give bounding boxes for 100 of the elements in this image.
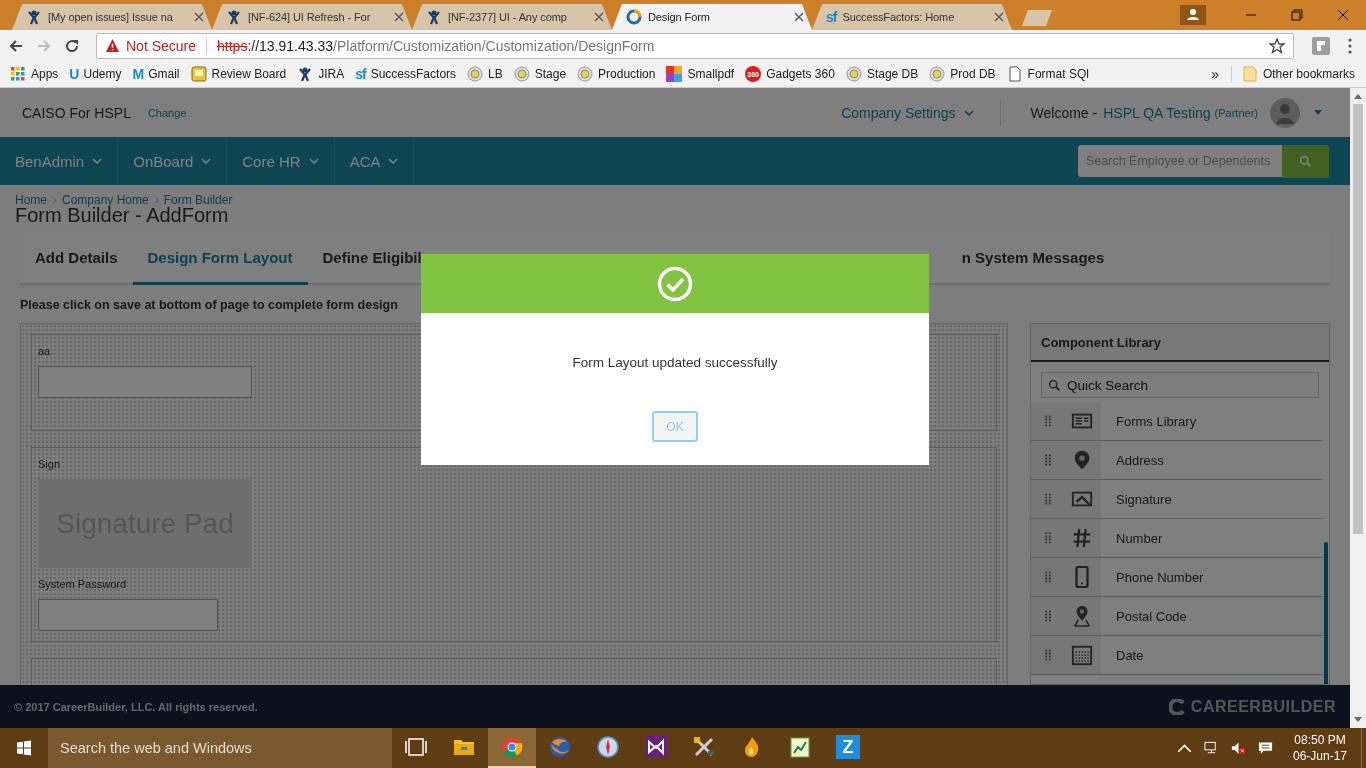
reload-icon[interactable]	[64, 37, 80, 54]
component-item[interactable]: Address	[1031, 441, 1323, 480]
chevron-icon	[201, 158, 212, 164]
drag-handle-icon[interactable]	[1045, 532, 1051, 544]
volume-muted-icon[interactable]	[1230, 741, 1246, 755]
bookmark[interactable]: U Udemy	[69, 66, 122, 83]
quick-search-field[interactable]: Quick Search	[1041, 372, 1319, 398]
close-icon[interactable]	[994, 12, 1004, 22]
bookmark[interactable]: Review Board	[190, 66, 287, 83]
close-icon[interactable]	[794, 12, 804, 22]
check-circle-icon	[657, 265, 693, 302]
bowtie-icon[interactable]	[644, 735, 668, 759]
chevron-up-icon[interactable]	[1176, 741, 1192, 755]
drag-handle-icon[interactable]	[1045, 610, 1051, 622]
drag-handle-icon[interactable]	[1045, 649, 1051, 661]
tools-icon[interactable]	[692, 735, 716, 759]
browser-tab[interactable]: [NF-624] UI Refresh - For	[212, 4, 412, 30]
chart-pad-icon[interactable]	[788, 735, 812, 759]
task-view-icon[interactable]	[404, 735, 428, 759]
company-settings-menu[interactable]: Company Settings	[841, 104, 974, 121]
bookmark[interactable]: sf SuccessFactors	[355, 66, 457, 83]
close-icon[interactable]	[1337, 9, 1349, 21]
arrow-up-icon[interactable]	[1354, 93, 1362, 99]
figure-icon	[26, 9, 42, 25]
user-icon[interactable]	[1180, 5, 1206, 25]
bookmark[interactable]: JIRA	[297, 66, 345, 83]
change-link[interactable]: Change	[147, 106, 187, 119]
step-tab[interactable]: Add Details	[20, 233, 133, 285]
notification-icon[interactable]	[1257, 741, 1273, 755]
bookmark[interactable]: Smallpdf	[666, 66, 735, 83]
close-icon[interactable]	[594, 12, 604, 22]
page-scrollbar[interactable]	[1350, 88, 1366, 728]
note-icon	[190, 66, 207, 83]
search-button[interactable]	[1282, 144, 1329, 178]
browser-tab[interactable]: sf SuccessFactors: Home	[812, 4, 1012, 30]
component-item[interactable]: Forms Library	[1031, 402, 1323, 441]
user-name-link[interactable]: HSPL QA Testing	[1103, 104, 1211, 121]
close-icon[interactable]	[394, 12, 404, 22]
letter-icon: M	[132, 66, 144, 83]
scrollbar-thumb[interactable]	[1353, 104, 1363, 534]
restore-icon[interactable]	[1291, 9, 1303, 21]
component-item[interactable]: Number	[1031, 519, 1323, 558]
clock[interactable]: 08:50 PM 06-Jun-17	[1292, 732, 1347, 764]
scrollbar-thumb[interactable]	[1324, 542, 1328, 684]
breadcrumb-link[interactable]: Company Home	[62, 193, 149, 207]
component-item[interactable]: Signature	[1031, 480, 1323, 519]
browser-tab[interactable]: Design Form	[612, 4, 812, 30]
component-item[interactable]: Date	[1031, 636, 1323, 675]
welcome-text: Welcome -	[1030, 104, 1098, 121]
password-field[interactable]	[38, 599, 218, 631]
menu-icon[interactable]	[1348, 37, 1352, 54]
network-icon[interactable]	[1203, 741, 1219, 755]
caret-icon[interactable]	[1314, 110, 1322, 115]
step-tab[interactable]: Design Form Layout	[132, 233, 308, 285]
avatar-icon[interactable]	[1270, 97, 1300, 128]
step-tab[interactable]: n System Messages	[946, 233, 1120, 285]
taskbar-app[interactable]: Z	[824, 728, 872, 768]
nav-menu-item[interactable]: BenAdmin	[0, 137, 119, 185]
nav-menu-item[interactable]: Core HR	[227, 137, 335, 185]
drag-handle-icon[interactable]	[1045, 571, 1051, 583]
back-icon[interactable]	[8, 37, 24, 54]
component-item[interactable]: Postal Code	[1031, 597, 1323, 636]
bookmark[interactable]: Apps	[10, 66, 59, 83]
search-icon	[1048, 379, 1061, 392]
more-bookmarks-button[interactable]: »	[1211, 66, 1219, 83]
drag-handle-icon[interactable]	[1045, 415, 1051, 427]
arrow-down-icon[interactable]	[1354, 717, 1362, 723]
address-bar[interactable]: Not Secure https://13.91.43.33/Platform/Customization/Customization/DesignForm	[96, 32, 1294, 59]
bookmark[interactable]: Stage	[513, 66, 567, 83]
bookmark[interactable]: Stage DB	[845, 66, 919, 83]
component-item[interactable]: Phone Number	[1031, 558, 1323, 597]
browser-tab[interactable]: [NF-2377] UI - Any comp	[412, 4, 612, 30]
bookmark[interactable]: LB	[467, 66, 503, 83]
close-icon[interactable]	[194, 12, 204, 22]
compass-icon[interactable]	[596, 735, 620, 759]
windows-start-icon[interactable]	[16, 740, 32, 756]
chevron-icon	[963, 109, 974, 116]
fox-globe-icon[interactable]	[548, 735, 572, 759]
bookmark[interactable]: Prod DB	[929, 66, 996, 83]
nav-menu-item[interactable]: OnBoard	[118, 137, 228, 185]
breadcrumb-link[interactable]: Home	[15, 193, 47, 207]
drag-handle-icon[interactable]	[1045, 493, 1051, 505]
target-icon	[513, 66, 530, 83]
breadcrumb-link[interactable]: Form Builder	[163, 193, 233, 207]
bookmark[interactable]: Production	[577, 66, 656, 83]
bookmark[interactable]: Format SQl	[1006, 66, 1089, 83]
nav-menu-item[interactable]: ACA	[334, 137, 415, 185]
warning-icon	[105, 38, 120, 54]
browser-tab[interactable]: [My open issues] Issue na	[12, 4, 212, 30]
bookmark[interactable]: M Gmail	[132, 66, 180, 83]
figure-icon	[426, 9, 442, 25]
text-field[interactable]	[38, 366, 252, 398]
extension-icon[interactable]	[1312, 36, 1330, 55]
letter-app-icon[interactable]: Z	[836, 735, 860, 759]
drag-handle-icon[interactable]	[1045, 454, 1051, 466]
folder-icon	[1241, 66, 1258, 83]
chrome-ball-icon[interactable]	[500, 735, 524, 759]
other-bookmarks[interactable]: Other bookmarks	[1241, 66, 1355, 83]
taskbar-search-field[interactable]: Search the web and Windows	[48, 728, 392, 768]
star-icon[interactable]	[1269, 37, 1285, 54]
